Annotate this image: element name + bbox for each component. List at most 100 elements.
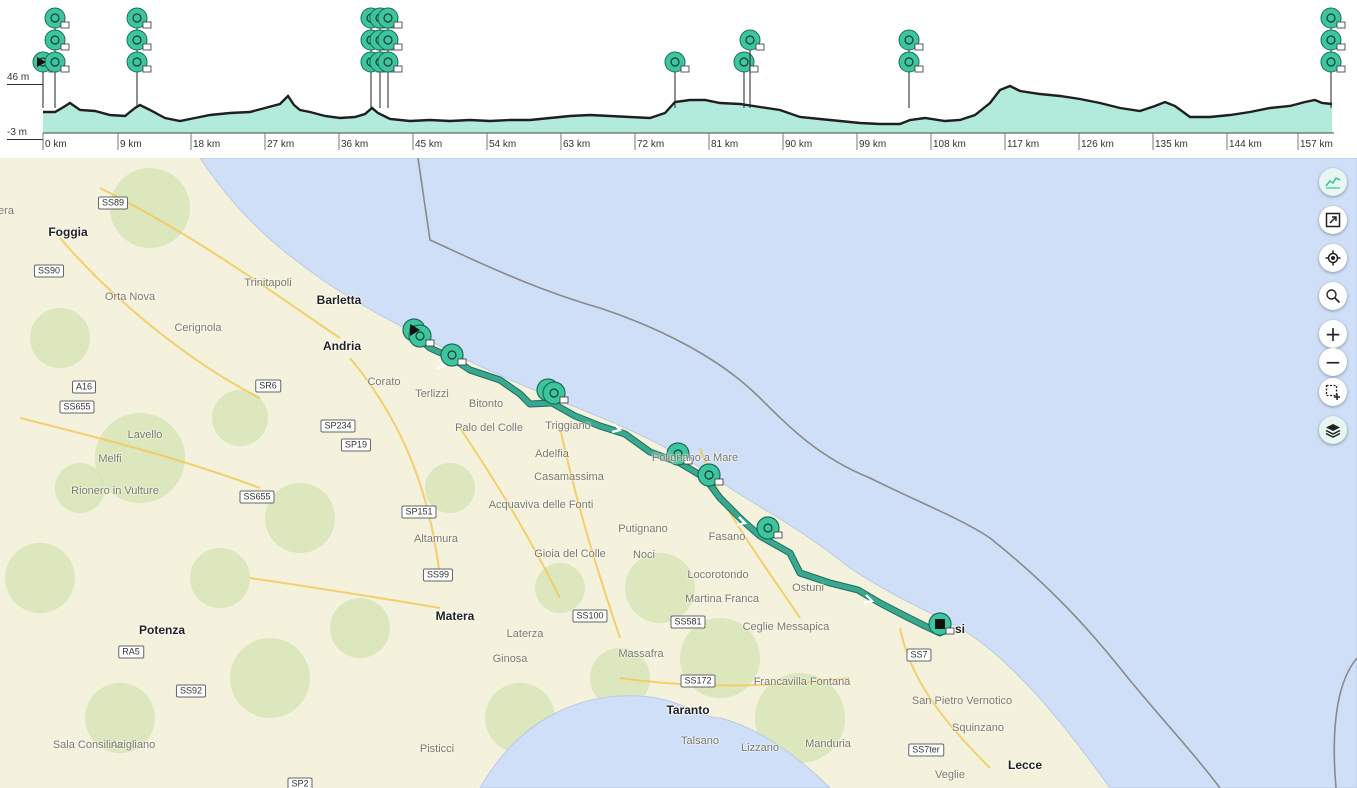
road-shield: SS581	[670, 615, 706, 629]
town-label: Polignano a Mare	[651, 452, 739, 464]
town-label: era	[0, 205, 14, 217]
road-shield: SS7	[906, 648, 932, 662]
town-label: Palo del Colle	[455, 422, 523, 434]
poi-badge	[1336, 21, 1346, 29]
poi-badge	[142, 21, 152, 29]
poi-badge	[714, 478, 724, 486]
road-shield: SS7ter	[908, 743, 944, 757]
road-shield: SP151	[401, 505, 437, 519]
town-label: Ginosa	[492, 653, 528, 665]
poi-badge	[60, 43, 70, 51]
road-shield: SS100	[572, 609, 608, 623]
elevation-profile[interactable]: 46 m -3 m 0 km 9 km 18 km 27 km 36 km 45 km 54…	[0, 0, 1357, 158]
poi-badge	[945, 627, 955, 635]
distance-tick-label: 99 km	[859, 139, 886, 150]
distance-tick-label: 18 km	[193, 139, 220, 150]
town-label: Bitonto	[468, 398, 504, 410]
town-label: Gioia del Colle	[534, 548, 606, 560]
elevation-toggle-button[interactable]	[1319, 168, 1347, 196]
poi-badge	[749, 65, 759, 73]
poi-badge	[60, 65, 70, 73]
crosshair-icon	[1325, 250, 1341, 266]
distance-tick-label: 72 km	[637, 139, 664, 150]
area-select-button[interactable]	[1319, 378, 1347, 406]
finish-stop-icon	[935, 619, 945, 629]
route-map[interactable]: Foggia Barletta Andria Matera Potenza Taranto…	[0, 158, 1357, 788]
poi-badge	[457, 358, 467, 366]
town-label: Putignano	[618, 523, 668, 535]
town-label: Rionero in Vulture	[71, 485, 159, 497]
town-label: Ceglie Messapica	[742, 621, 830, 633]
town-label: Squinzano	[952, 722, 1004, 734]
vegetation-patch	[265, 483, 335, 553]
road-shield: SS92	[175, 684, 207, 698]
distance-tick-label: 144 km	[1229, 139, 1262, 150]
town-label: Manduria	[805, 738, 851, 750]
city-label: Foggia	[48, 225, 88, 239]
poi-badge	[1336, 65, 1346, 73]
town-label: Lavello	[127, 429, 163, 441]
town-label: Lizzano	[741, 742, 779, 754]
road-shield: SS89	[97, 196, 129, 210]
elevation-chart-icon	[1325, 176, 1341, 189]
poi-badge	[393, 65, 403, 73]
town-label: Orta Nova	[104, 291, 156, 303]
route-end-label: si	[954, 622, 966, 636]
road-shield: A16	[71, 380, 97, 394]
road-shield: SP2	[287, 777, 313, 788]
poi-badge	[393, 43, 403, 51]
distance-tick-label: 0 km	[45, 139, 67, 150]
poi-badge	[1336, 43, 1346, 51]
distance-tick-label: 81 km	[711, 139, 738, 150]
locate-button[interactable]	[1319, 244, 1347, 272]
road-shield: SS172	[680, 674, 716, 688]
zoom-out-button[interactable]: −	[1319, 348, 1347, 376]
road-shield: RA5	[118, 645, 144, 659]
plus-icon: +	[1324, 322, 1342, 346]
town-label: Massafra	[618, 648, 664, 660]
zoom-in-button[interactable]: +	[1319, 320, 1347, 348]
vegetation-patch	[230, 638, 310, 718]
distance-tick-label: 135 km	[1155, 139, 1188, 150]
elevation-area	[43, 86, 1332, 133]
town-label: Francavilla Fontana	[753, 676, 851, 688]
elevation-chart[interactable]: 0 km 9 km 18 km 27 km 36 km 45 km 54 km 63 km 72…	[0, 0, 1357, 158]
distance-tick-label: 45 km	[415, 139, 442, 150]
town-label: Corato	[367, 376, 401, 388]
search-icon	[1326, 289, 1341, 304]
layers-button[interactable]	[1319, 416, 1347, 444]
poi-badge	[425, 339, 435, 347]
road-shield: SP19	[340, 438, 372, 452]
expand-icon	[1325, 212, 1341, 228]
poi-badge	[393, 21, 403, 29]
city-label: Potenza	[138, 623, 186, 637]
vegetation-patch	[5, 543, 75, 613]
fullscreen-button[interactable]	[1319, 206, 1347, 234]
city-label: Matera	[435, 609, 475, 623]
area-select-icon	[1325, 384, 1340, 400]
road-shield: SP234	[320, 419, 356, 433]
distance-tick-label: 117 km	[1007, 139, 1039, 150]
town-label: Cerignola	[174, 322, 222, 334]
poi-badge	[142, 43, 152, 51]
road-shield: SS655	[239, 490, 275, 504]
poi-badge	[60, 21, 70, 29]
town-label: Trinitapoli	[244, 277, 292, 289]
search-button[interactable]	[1319, 282, 1347, 310]
road-shield: SS655	[59, 400, 95, 414]
vegetation-patch	[30, 308, 90, 368]
town-label: Adelfia	[535, 448, 569, 460]
layers-icon	[1325, 424, 1341, 438]
city-label: Lecce	[1007, 758, 1043, 772]
town-label: Acquaviva delle Fonti	[488, 499, 594, 511]
distance-tick-label: 108 km	[933, 139, 966, 150]
town-label: Melfi	[98, 453, 122, 465]
town-label: Fasano	[708, 531, 746, 543]
town-label: Veglie	[935, 769, 965, 781]
road-shield: SS90	[33, 264, 65, 278]
poi-badge	[680, 65, 690, 73]
poi-badge	[559, 396, 569, 404]
city-label: Barletta	[316, 293, 362, 307]
road-line	[59, 237, 261, 399]
vegetation-patch	[330, 598, 390, 658]
